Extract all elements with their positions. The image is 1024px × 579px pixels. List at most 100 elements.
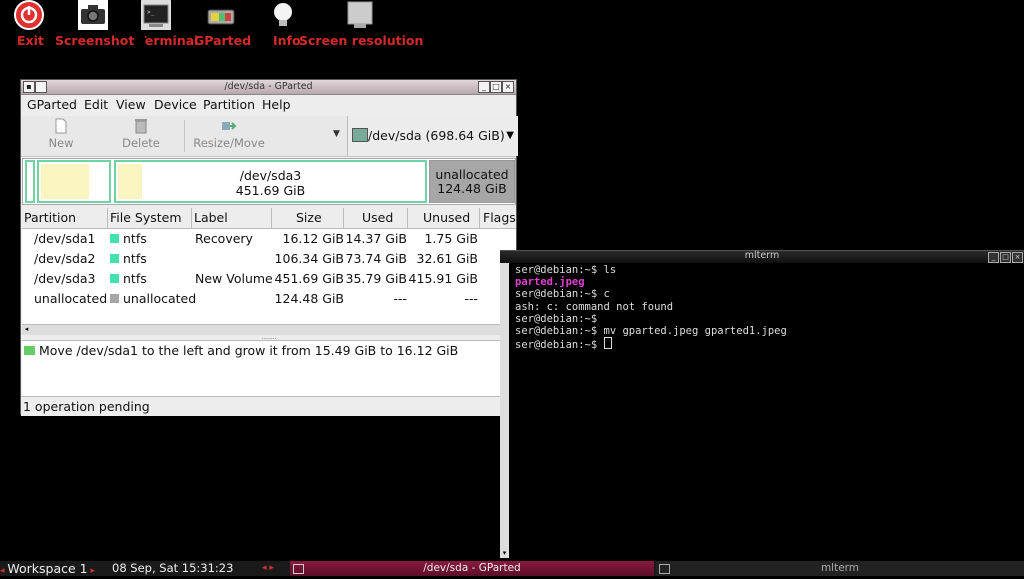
terminal-prompt-line: ser@debian:~$ — [515, 337, 787, 351]
workspace-next-icon[interactable]: ▸ — [88, 566, 96, 576]
device-selector[interactable]: /dev/sda (698.64 GiB) ▼ — [347, 116, 518, 156]
cell-filesystem: unallocated — [110, 291, 196, 306]
resize-arrows-icon — [221, 118, 237, 134]
close-icon[interactable]: × — [502, 81, 514, 93]
terminal-output[interactable]: ser@debian:~$ ls parted.jpeg ser@debian:~$… — [515, 264, 787, 351]
delete-button-label: Delete — [122, 136, 160, 150]
task-label: mlterm — [820, 562, 860, 574]
svg-text:>_: >_ — [147, 9, 155, 16]
desktop-icon-label: Screenshot — [55, 33, 135, 48]
table-row[interactable]: /dev/sda3 ntfs New Volume 451.69 GiB 35.… — [22, 269, 516, 289]
disk-segment-sda1[interactable] — [25, 160, 35, 203]
resize-move-button[interactable]: Resize/Move — [189, 118, 269, 150]
cell-unused: --- — [464, 291, 478, 306]
power-icon — [14, 0, 44, 30]
window-icon — [293, 564, 304, 574]
cell-partition: /dev/sda1 — [34, 231, 96, 246]
maximize-icon[interactable]: □ — [490, 81, 502, 93]
trash-icon — [133, 118, 149, 134]
cell-used: --- — [393, 291, 407, 306]
column-unused[interactable]: Unused — [423, 210, 470, 225]
column-partition[interactable]: Partition — [24, 210, 76, 225]
minimize-icon[interactable]: _ — [988, 252, 999, 263]
new-button[interactable]: New — [43, 118, 79, 150]
disk-graph: /dev/sda3 451.69 GiB unallocated 124.48 … — [22, 158, 516, 205]
pending-operations-list: Move /dev/sda1 to the left and grow it f… — [22, 340, 516, 396]
desktop-icon-label: Exit — [17, 33, 44, 48]
gparted-titlebar[interactable]: ▪ /dev/sda - GParted _ □ × — [21, 80, 516, 95]
workspace-switcher[interactable]: ◂ Workspace 1 ▸ — [0, 561, 95, 576]
cell-size: 124.48 GiB — [274, 291, 344, 306]
menubar: GParted Edit View Device Partition Help — [21, 95, 516, 115]
menu-device[interactable]: Device — [154, 97, 197, 112]
menu-gparted[interactable]: GParted — [27, 97, 77, 112]
terminal-line: ser@debian:~$ — [515, 312, 598, 325]
column-size[interactable]: Size — [296, 210, 322, 225]
window-title: /dev/sda - GParted — [224, 81, 313, 92]
disk-segment-sda2[interactable] — [37, 160, 111, 203]
cell-partition: /dev/sda3 — [34, 271, 96, 286]
gparted-window: ▪ /dev/sda - GParted _ □ × GParted Edit … — [20, 79, 518, 416]
cell-partition: /dev/sda2 — [34, 251, 96, 266]
column-flags[interactable]: Flags — [483, 210, 516, 225]
delete-button[interactable]: Delete — [119, 118, 163, 150]
close-icon[interactable]: × — [1012, 252, 1023, 263]
terminal-line: ser@debian:~$ ls — [515, 264, 617, 276]
terminal-titlebar[interactable]: mlterm _ □ × — [500, 250, 1024, 263]
table-row[interactable]: unallocated unallocated 124.48 GiB --- -… — [22, 289, 516, 309]
segment-name: /dev/sda3 — [239, 168, 302, 183]
column-filesystem[interactable]: File System — [110, 210, 182, 225]
cell-used: 14.37 GiB — [345, 231, 408, 246]
gparted-icon — [206, 0, 236, 30]
disk-segment-sda3[interactable]: /dev/sda3 451.69 GiB — [114, 160, 427, 203]
desktop-icon-label: GParted — [194, 33, 252, 48]
cell-unused: 415.91 GiB — [408, 271, 478, 286]
terminal-line: ser@debian:~$ — [515, 339, 604, 352]
desktop-icon-label: Info — [273, 33, 301, 48]
status-text: 1 operation pending — [23, 399, 150, 414]
column-label[interactable]: Label — [194, 210, 228, 225]
desktop-icon-label: Terminal — [138, 33, 199, 48]
toolbar-overflow-icon[interactable]: ▼ — [333, 129, 340, 139]
segment-size: 451.69 GiB — [235, 183, 306, 198]
column-separator — [191, 208, 192, 228]
cell-size: 106.34 GiB — [274, 251, 344, 266]
clock: 08 Sep, Sat 15:31:23 — [112, 561, 234, 575]
cell-filesystem: ntfs — [110, 271, 147, 286]
scroll-down-icon[interactable]: ▾ — [500, 549, 509, 558]
operation-item[interactable]: Move /dev/sda1 to the left and grow it f… — [24, 343, 458, 358]
column-separator — [407, 208, 408, 228]
menu-view[interactable]: View — [116, 97, 146, 112]
terminal-line: ash: c: command not found — [515, 300, 674, 313]
task-mlterm[interactable]: mlterm — [656, 561, 1024, 576]
column-separator — [343, 208, 344, 228]
column-separator — [271, 208, 272, 228]
window-icon — [659, 564, 670, 574]
menu-partition[interactable]: Partition — [203, 97, 255, 112]
cell-size: 451.69 GiB — [274, 271, 344, 286]
minimize-icon[interactable]: _ — [478, 81, 490, 93]
cell-unused: 32.61 GiB — [416, 251, 479, 266]
column-separator — [479, 208, 480, 228]
table-row[interactable]: /dev/sda2 ntfs 106.34 GiB 73.74 GiB 32.6… — [22, 249, 516, 269]
terminal-title: mlterm — [744, 250, 780, 261]
disk-segment-unallocated[interactable]: unallocated 124.48 GiB — [429, 160, 515, 203]
terminal-line: ser@debian:~$ c — [515, 288, 610, 301]
fs-color-swatch — [110, 234, 119, 243]
cell-used: 73.74 GiB — [345, 251, 408, 266]
terminal-window: mlterm _ □ × ▾ ser@debian:~$ ls parted.jp… — [500, 250, 1024, 558]
lightbulb-icon — [268, 0, 298, 30]
segment-name: unallocated — [435, 167, 509, 182]
vertical-scrollbar[interactable]: ▾ — [500, 263, 509, 558]
task-gparted[interactable]: /dev/sda - GParted — [290, 561, 654, 576]
cell-partition: unallocated — [34, 291, 108, 306]
task-nav-icon[interactable]: ◂ ▸ — [262, 563, 274, 573]
column-used[interactable]: Used — [362, 210, 393, 225]
scroll-left-icon[interactable]: ◂ — [22, 325, 31, 334]
menu-help[interactable]: Help — [262, 97, 291, 112]
operation-text: Move /dev/sda1 to the left and grow it f… — [39, 343, 459, 358]
table-row[interactable]: /dev/sda1 ntfs Recovery 16.12 GiB 14.37 … — [22, 229, 516, 249]
camera-icon — [78, 0, 108, 30]
menu-edit[interactable]: Edit — [84, 97, 108, 112]
maximize-icon[interactable]: □ — [1000, 252, 1011, 263]
